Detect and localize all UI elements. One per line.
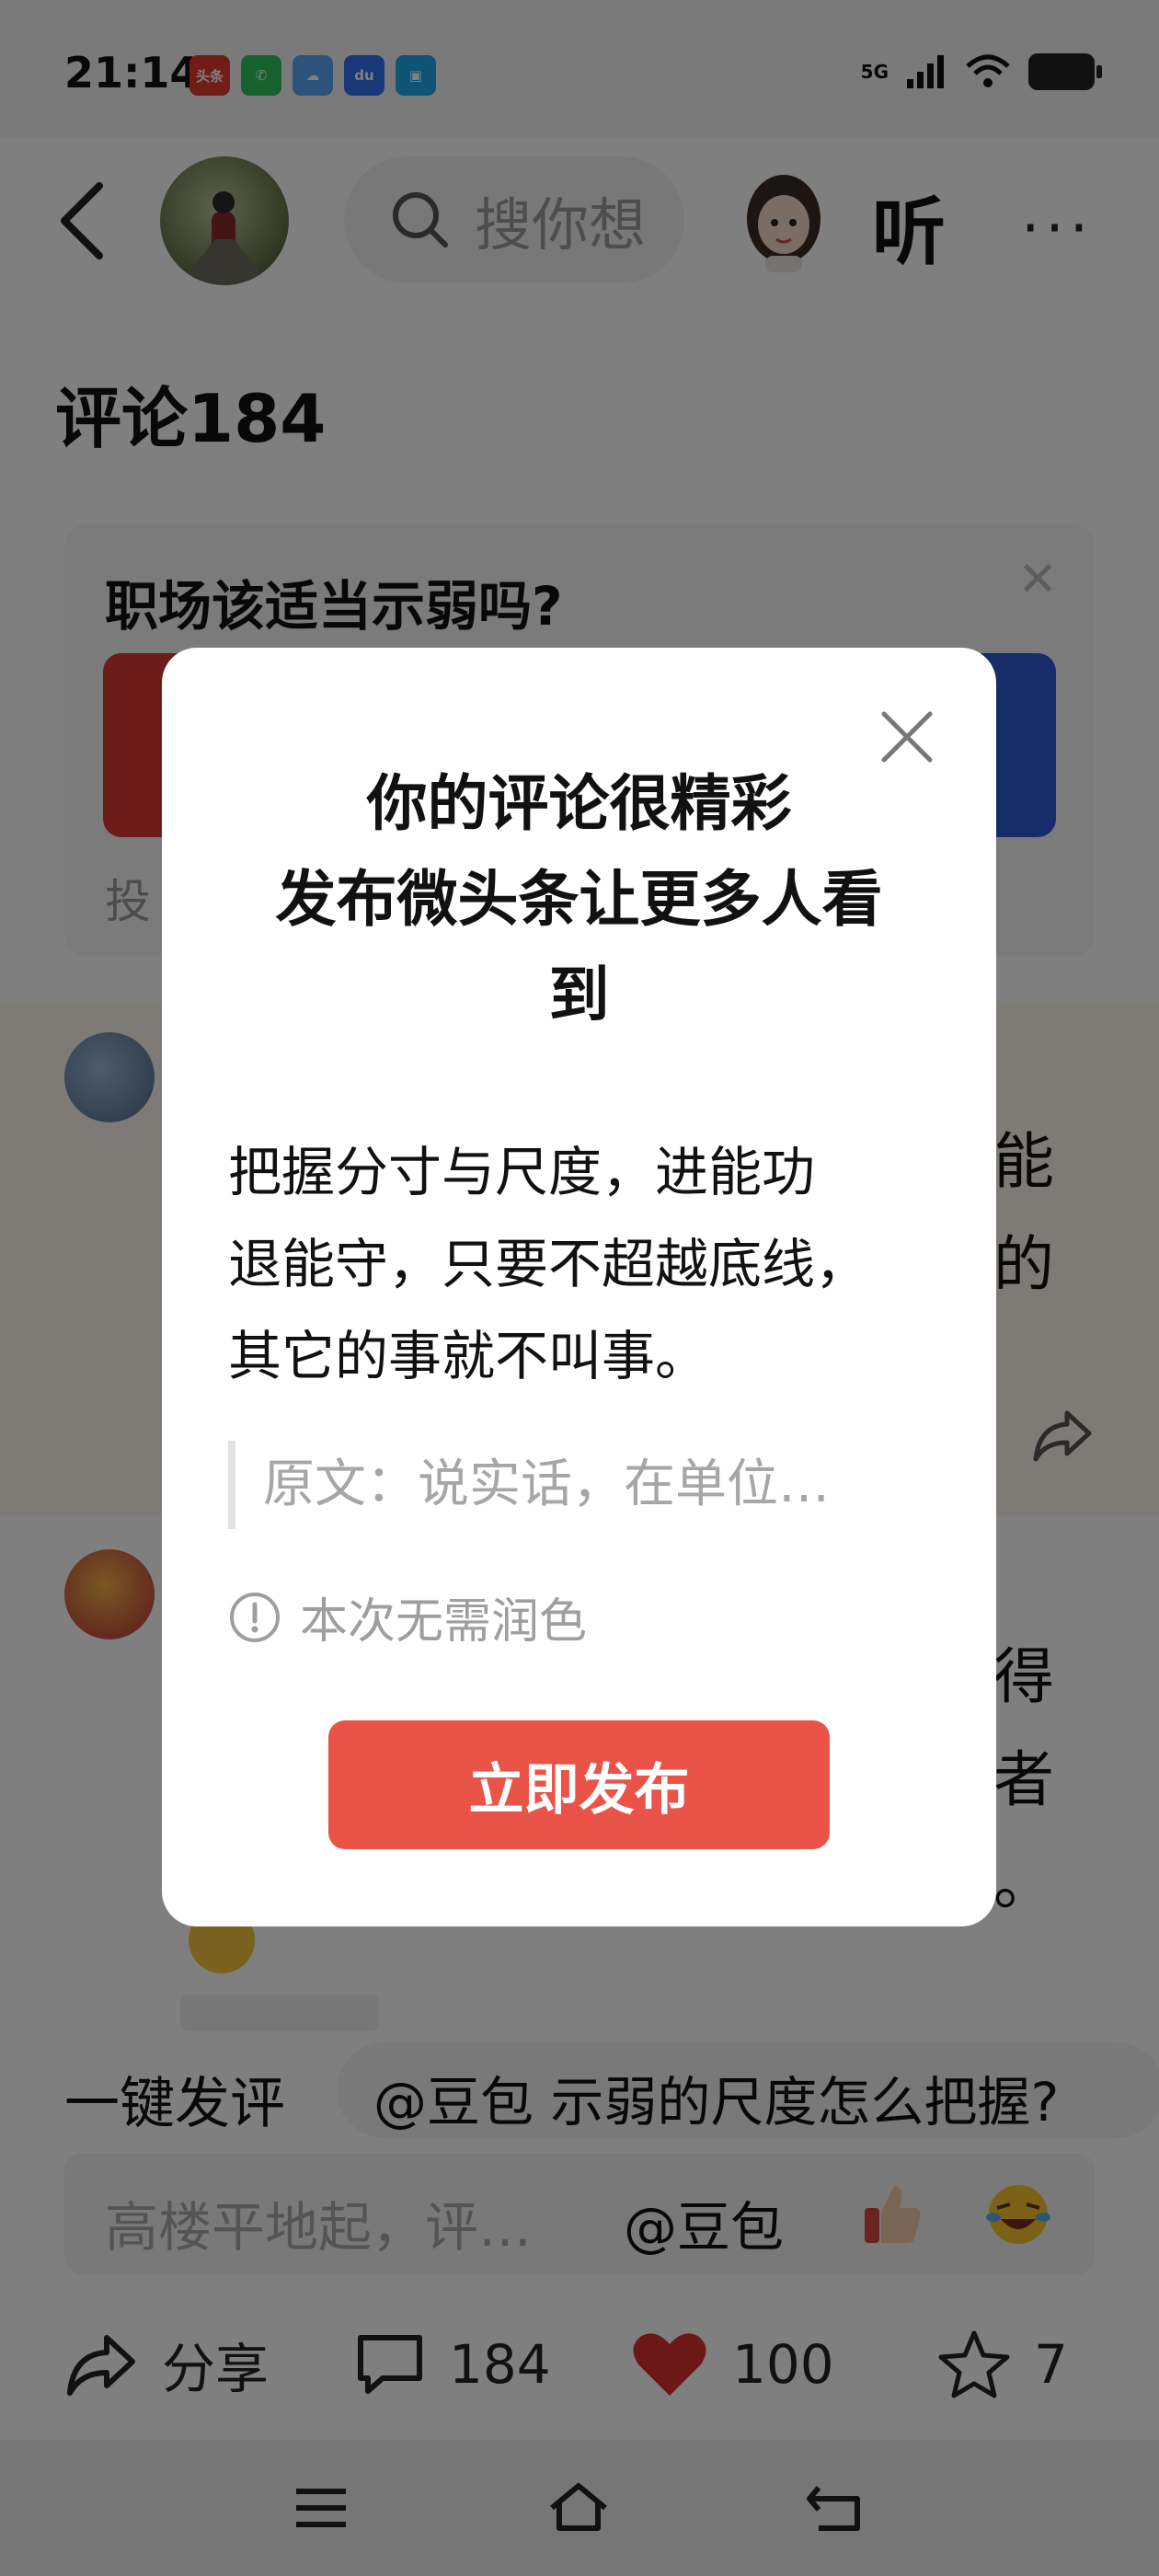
- polish-hint: 本次无需润色: [228, 1582, 587, 1651]
- original-article-quote: 原文：说实话，在单位…: [228, 1441, 927, 1529]
- publish-now-button[interactable]: 立即发布: [328, 1720, 830, 1849]
- dialog-title-line: 到: [548, 960, 610, 1030]
- dialog-title-line: 你的评论很精彩: [366, 768, 792, 839]
- comment-preview: 把握分寸与尺度，进能功 退能守，只要不超越底线， 其它的事就不叫事。: [228, 1126, 946, 1402]
- comment-preview-line: 把握分寸与尺度，进能功: [228, 1141, 816, 1203]
- publish-dialog: 你的评论很精彩 发布微头条让更多人看 到 把握分寸与尺度，进能功 退能守，只要不…: [162, 648, 996, 1926]
- comment-preview-line: 退能守，只要不超越底线，: [228, 1233, 869, 1295]
- comment-preview-line: 其它的事就不叫事。: [228, 1325, 709, 1387]
- info-icon: [230, 1592, 280, 1642]
- polish-hint-text: 本次无需润色: [300, 1594, 588, 1650]
- status-bar-dim: [0, 0, 1159, 138]
- dialog-title-line: 发布微头条让更多人看: [275, 864, 883, 935]
- dialog-title: 你的评论很精彩 发布微头条让更多人看 到: [217, 756, 941, 1043]
